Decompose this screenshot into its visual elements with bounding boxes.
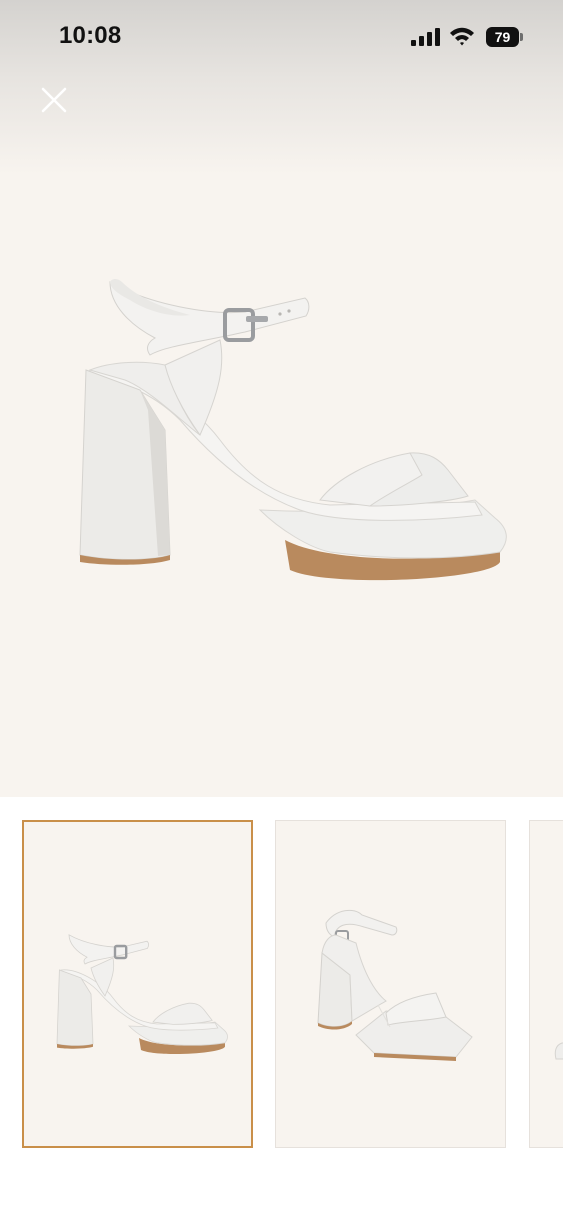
thumbnail-partial-view[interactable] — [529, 820, 563, 1148]
close-icon[interactable] — [36, 84, 72, 116]
thumbnail-shoe-image — [317, 909, 473, 1061]
cellular-signal-icon — [411, 28, 440, 46]
thumbnail-front-angle-view[interactable] — [275, 820, 506, 1148]
battery-tip — [520, 33, 523, 41]
main-product-image[interactable]: 10:08 79 — [0, 0, 563, 797]
thumbnail-shoe-image — [56, 934, 228, 1055]
thumbnail-shoe-image — [554, 1042, 563, 1060]
status-bar: 10:08 79 — [0, 0, 563, 76]
battery-level: 79 — [494, 29, 511, 45]
battery-icon: 79 — [486, 27, 519, 47]
status-time: 10:08 — [59, 22, 122, 49]
product-image-viewer: 10:08 79 — [0, 0, 563, 1219]
white-platform-sandal-image — [79, 279, 507, 581]
wifi-icon — [450, 27, 474, 46]
thumbnail-strip — [0, 797, 563, 1219]
thumbnail-side-view[interactable] — [22, 820, 253, 1148]
